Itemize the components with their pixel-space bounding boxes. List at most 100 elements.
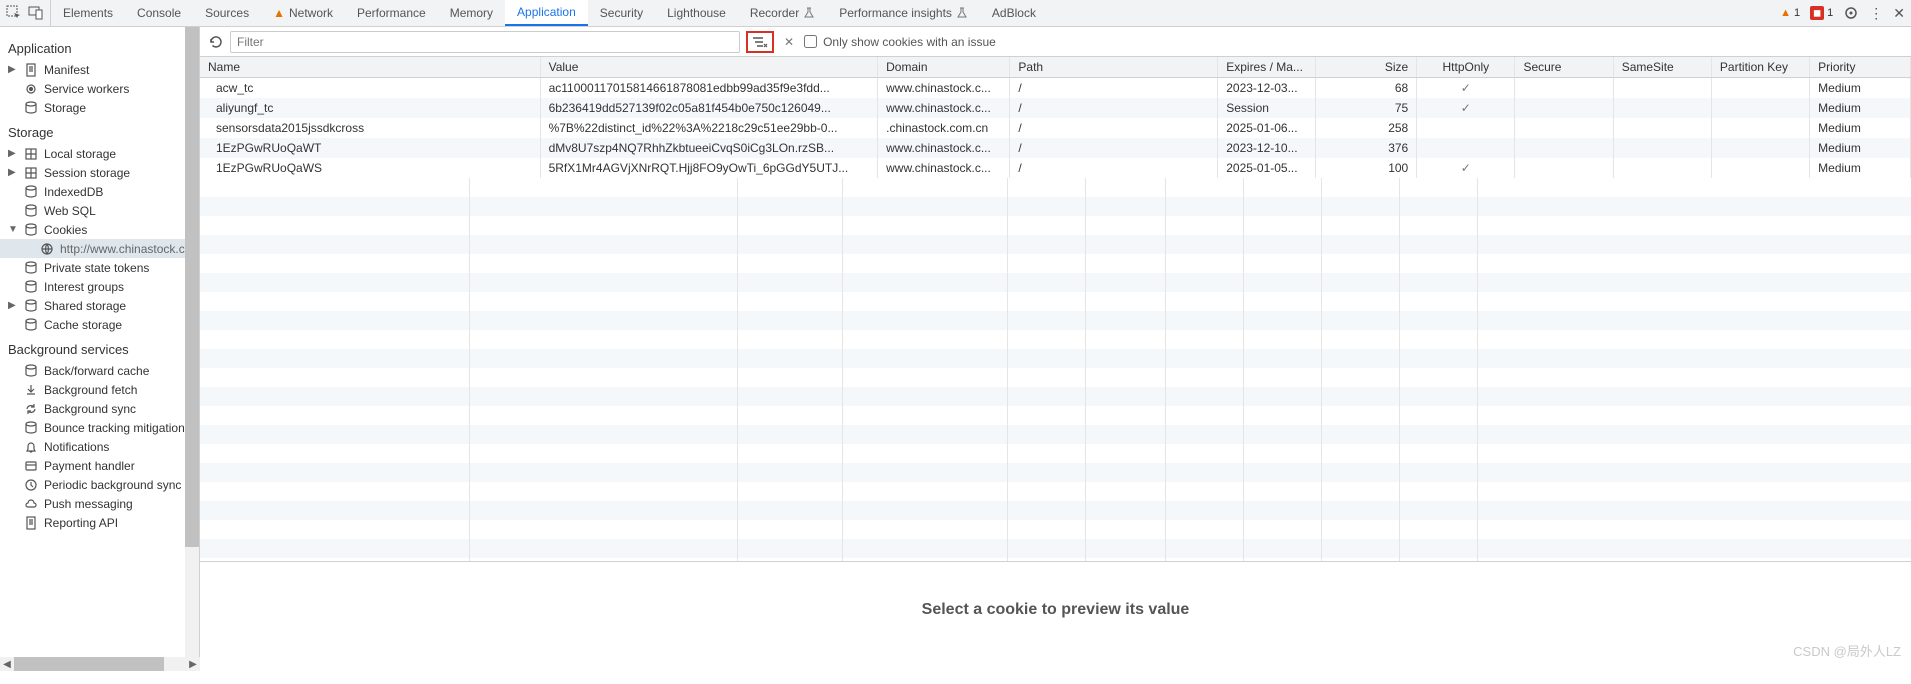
preview-placeholder-text: Select a cookie to preview its value — [922, 601, 1190, 619]
cell-size: 75 — [1316, 98, 1417, 118]
only-issues-checkbox[interactable]: Only show cookies with an issue — [804, 35, 996, 49]
column-header-domain[interactable]: Domain — [878, 57, 1010, 78]
errors-badge[interactable]: ◼1 — [1810, 6, 1833, 20]
sidebar-item-background-sync[interactable]: Background sync — [0, 399, 199, 418]
sidebar-item-private-state-tokens[interactable]: Private state tokens — [0, 258, 199, 277]
cell-httponly: ✓ — [1417, 98, 1515, 118]
warning-icon: ▲ — [273, 6, 285, 20]
cell-expires: 2023-12-03... — [1218, 78, 1316, 99]
db-icon — [24, 299, 38, 313]
sidebar-item-label: Interest groups — [44, 280, 124, 294]
sidebar-item-periodic-background-sync[interactable]: Periodic background sync — [0, 475, 199, 494]
refresh-icon[interactable] — [208, 34, 224, 50]
cell-secure — [1515, 78, 1613, 99]
caret-icon: ▶ — [8, 300, 18, 311]
sidebar-item-cache-storage[interactable]: Cache storage — [0, 315, 199, 334]
sidebar-item-storage[interactable]: Storage — [0, 98, 199, 117]
only-issues-checkbox-input[interactable] — [804, 35, 817, 48]
sidebar-h-scrollbar[interactable]: ◀ ▶ — [0, 657, 200, 671]
sidebar-item-label: Bounce tracking mitigations — [44, 421, 191, 435]
sidebar-item-label: Cache storage — [44, 318, 122, 332]
tab-application[interactable]: Application — [505, 0, 588, 26]
cell-partkey — [1711, 118, 1809, 138]
sidebar-item-session-storage[interactable]: ▶Session storage — [0, 163, 199, 182]
db-icon — [24, 364, 38, 378]
table-row[interactable]: aliyungf_tc6b236419dd527139f02c05a81f454… — [200, 98, 1911, 118]
tab-elements[interactable]: Elements — [51, 0, 125, 26]
sidebar-item-label: Service workers — [44, 82, 129, 96]
column-header-path[interactable]: Path — [1010, 57, 1218, 78]
sidebar-item-back-forward-cache[interactable]: Back/forward cache — [0, 361, 199, 380]
column-header-size[interactable]: Size — [1316, 57, 1417, 78]
column-header-value[interactable]: Value — [540, 57, 878, 78]
sidebar-item-label: Shared storage — [44, 299, 126, 313]
cell-httponly: ✓ — [1417, 78, 1515, 99]
sidebar-item-background-fetch[interactable]: Background fetch — [0, 380, 199, 399]
sidebar-item-manifest[interactable]: ▶Manifest — [0, 60, 199, 79]
cell-value: %7B%22distinct_id%22%3A%2218c29c51ee29bb… — [540, 118, 878, 138]
table-row[interactable]: acw_tcac11000117015814661878081edbb99ad3… — [200, 78, 1911, 99]
cell-priority: Medium — [1810, 138, 1911, 158]
tab-adblock[interactable]: AdBlock — [980, 0, 1048, 26]
close-devtools-icon[interactable]: ✕ — [1893, 5, 1905, 22]
bell-icon — [24, 440, 38, 454]
column-header-priority[interactable]: Priority — [1810, 57, 1911, 78]
cell-size: 258 — [1316, 118, 1417, 138]
device-toggle-icon[interactable] — [28, 5, 44, 21]
sidebar-item-notifications[interactable]: Notifications — [0, 437, 199, 456]
column-header-samesite[interactable]: SameSite — [1613, 57, 1711, 78]
sidebar-item-service-workers[interactable]: Service workers — [0, 79, 199, 98]
cell-path: / — [1010, 78, 1218, 99]
sidebar-item-payment-handler[interactable]: Payment handler — [0, 456, 199, 475]
tab-sources[interactable]: Sources — [193, 0, 261, 26]
sidebar-item-label: Payment handler — [44, 459, 135, 473]
inspect-icon[interactable] — [6, 5, 22, 21]
sidebar-item-push-messaging[interactable]: Push messaging — [0, 494, 199, 513]
tab-memory[interactable]: Memory — [438, 0, 505, 26]
sidebar-item-interest-groups[interactable]: Interest groups — [0, 277, 199, 296]
warnings-badge[interactable]: ▲1 — [1780, 7, 1800, 19]
column-header-secure[interactable]: Secure — [1515, 57, 1613, 78]
column-header-expires-ma-[interactable]: Expires / Ma... — [1218, 57, 1316, 78]
cell-size: 376 — [1316, 138, 1417, 158]
column-header-httponly[interactable]: HttpOnly — [1417, 57, 1515, 78]
cell-domain: www.chinastock.c... — [878, 98, 1010, 118]
sidebar-item-reporting-api[interactable]: Reporting API — [0, 513, 199, 532]
doc-icon — [24, 63, 38, 77]
settings-gear-icon[interactable] — [1843, 5, 1859, 21]
table-row[interactable]: 1EzPGwRUoQaWTdMv8U7szp4NQ7RhhZkbtueeiCvq… — [200, 138, 1911, 158]
tab-security[interactable]: Security — [588, 0, 655, 26]
cell-priority: Medium — [1810, 158, 1911, 178]
sidebar-item-label: Local storage — [44, 147, 116, 161]
tab-console[interactable]: Console — [125, 0, 193, 26]
sidebar-item-indexeddb[interactable]: IndexedDB — [0, 182, 199, 201]
tab-lighthouse[interactable]: Lighthouse — [655, 0, 738, 26]
cell-expires: 2025-01-06... — [1218, 118, 1316, 138]
clear-filter-button[interactable] — [746, 31, 774, 53]
table-row[interactable]: 1EzPGwRUoQaWS5RfX1Mr4AGVjXNrRQT.Hjj8FO9y… — [200, 158, 1911, 178]
globe-icon — [40, 242, 54, 256]
tab-performance-insights[interactable]: Performance insights — [827, 0, 980, 26]
tab-label: Console — [137, 6, 181, 20]
sidebar-item-shared-storage[interactable]: ▶ Shared storage — [0, 296, 199, 315]
dl-icon — [24, 383, 38, 397]
gear-icon — [24, 82, 38, 96]
filter-input[interactable] — [230, 31, 740, 53]
column-header-name[interactable]: Name — [200, 57, 540, 78]
table-row[interactable]: sensorsdata2015jssdkcross%7B%22distinct_… — [200, 118, 1911, 138]
sidebar-scrollbar[interactable] — [185, 27, 199, 657]
tab-performance[interactable]: Performance — [345, 0, 438, 26]
sidebar-child-http-www-chinastock-com[interactable]: http://www.chinastock.com — [0, 239, 199, 258]
application-sidebar: Application▶ManifestService workersStora… — [0, 27, 200, 657]
tab-label: Memory — [450, 6, 493, 20]
sidebar-item-label: Notifications — [44, 440, 109, 454]
clear-all-icon[interactable]: ✕ — [780, 35, 798, 49]
sidebar-item-web-sql[interactable]: Web SQL — [0, 201, 199, 220]
tab-recorder[interactable]: Recorder — [738, 0, 827, 26]
sidebar-item-local-storage[interactable]: ▶Local storage — [0, 144, 199, 163]
column-header-partition-key[interactable]: Partition Key — [1711, 57, 1809, 78]
tab-network[interactable]: ▲Network — [261, 0, 345, 26]
sidebar-item-bounce-tracking-mitigations[interactable]: Bounce tracking mitigations — [0, 418, 199, 437]
sidebar-item-cookies[interactable]: ▼Cookies — [0, 220, 199, 239]
more-menu-icon[interactable]: ⋮ — [1869, 5, 1883, 22]
